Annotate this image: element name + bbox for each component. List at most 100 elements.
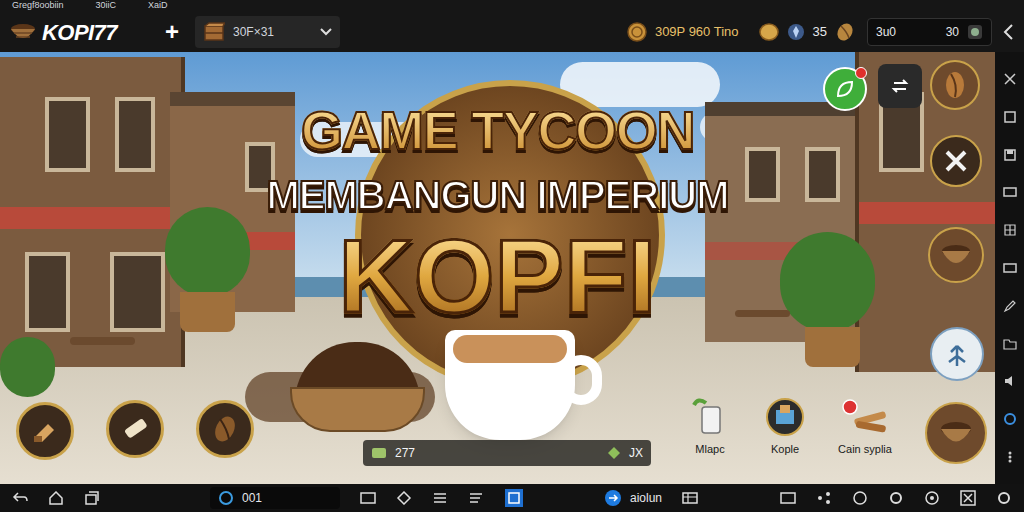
grid-icon[interactable] bbox=[1003, 223, 1017, 237]
branch-arrow-icon bbox=[943, 340, 971, 368]
bean-button[interactable] bbox=[930, 60, 980, 110]
crate-icon bbox=[763, 397, 807, 437]
screen-icon[interactable] bbox=[1003, 185, 1017, 199]
target-icon bbox=[967, 24, 983, 40]
camera-icon[interactable] bbox=[924, 490, 940, 506]
leaf-icon bbox=[834, 78, 856, 100]
shop-item[interactable]: Kople bbox=[750, 397, 820, 458]
coffee-basket-icon bbox=[8, 21, 38, 43]
plant-pot bbox=[805, 327, 860, 367]
nav-app[interactable]: aiolun bbox=[604, 489, 662, 507]
nav-field[interactable]: 001 bbox=[210, 487, 340, 509]
shop-item[interactable]: Cain syplia bbox=[820, 397, 910, 458]
nav-bar: 001 aiolun bbox=[0, 484, 1024, 512]
volume-icon[interactable] bbox=[1003, 374, 1017, 388]
bean-button[interactable] bbox=[196, 400, 254, 458]
plant bbox=[780, 232, 875, 332]
home-icon[interactable] bbox=[48, 491, 64, 505]
plant bbox=[0, 337, 55, 397]
location-icon[interactable] bbox=[1003, 412, 1017, 426]
field-value: 30 bbox=[946, 23, 959, 41]
share-icon[interactable] bbox=[816, 491, 832, 505]
basket-button[interactable] bbox=[928, 227, 984, 283]
gamepad-icon[interactable] bbox=[396, 491, 412, 505]
status-bar: Gregf8oobiin 30iiC XaiD bbox=[0, 0, 1024, 12]
plant-pot bbox=[180, 292, 235, 332]
field-label: 3u0 bbox=[876, 23, 896, 41]
back-icon[interactable] bbox=[12, 491, 28, 505]
title-line: GAME TYCOON bbox=[301, 100, 694, 160]
edit-icon[interactable] bbox=[1003, 299, 1017, 313]
status-text: 30iiC bbox=[96, 0, 117, 11]
shop-item-label: Cain syplia bbox=[838, 441, 892, 458]
value-field[interactable]: 3u0 30 bbox=[867, 18, 992, 46]
grinder-icon bbox=[688, 397, 732, 437]
leaf-button[interactable] bbox=[823, 67, 867, 111]
more-icon[interactable] bbox=[1003, 450, 1017, 464]
folder-icon[interactable] bbox=[1003, 337, 1017, 351]
game-scene[interactable]: GAME TYCOON MEMBANGUN IMPERIUM KOPFI 277 bbox=[0, 52, 995, 484]
list-icon[interactable] bbox=[432, 491, 448, 505]
title-line: MEMBANGUN IMPERIUM bbox=[267, 172, 729, 218]
record-icon[interactable] bbox=[888, 490, 904, 506]
expand-icon[interactable] bbox=[1003, 72, 1017, 86]
coffee-bean-icon bbox=[941, 69, 969, 101]
add-button[interactable]: + bbox=[165, 20, 179, 44]
coin-icon bbox=[627, 22, 647, 42]
scroll-icon bbox=[120, 414, 150, 444]
upgrade-button[interactable] bbox=[930, 327, 984, 381]
screenshot-icon[interactable] bbox=[360, 491, 376, 505]
basket-icon bbox=[939, 241, 973, 269]
app-window: Gregf8oobiin 30iiC XaiD KOPI77 + 30F×31 bbox=[0, 0, 1024, 512]
counter-bar: 277 JX bbox=[363, 440, 651, 466]
notification-dot bbox=[855, 67, 867, 79]
resource-text: 30F×31 bbox=[233, 23, 274, 41]
settings-icon[interactable] bbox=[996, 490, 1012, 506]
close-icon[interactable] bbox=[960, 490, 976, 506]
copy-icon[interactable] bbox=[1003, 110, 1017, 124]
table bbox=[70, 337, 135, 345]
nav-app-label: aiolun bbox=[630, 489, 662, 507]
swap-icon bbox=[889, 75, 911, 97]
scroll-button[interactable] bbox=[106, 400, 164, 458]
table bbox=[735, 310, 790, 317]
gems-text: 35 bbox=[813, 22, 827, 42]
coffee-bean-icon bbox=[211, 414, 239, 444]
swap-button[interactable] bbox=[878, 64, 922, 108]
coins-text: 309P 960 Tino bbox=[655, 22, 739, 42]
gem-icon bbox=[787, 23, 805, 41]
save-icon[interactable] bbox=[1003, 148, 1017, 162]
status-text: Gregf8oobiin bbox=[12, 0, 64, 11]
tools-icon bbox=[942, 147, 970, 175]
top-bar: Gregf8oobiin 30iiC XaiD KOPI77 + 30F×31 bbox=[0, 0, 1024, 52]
hand-tool-icon bbox=[30, 416, 60, 446]
clock-icon[interactable] bbox=[852, 490, 868, 506]
keyboard-icon[interactable] bbox=[1003, 261, 1017, 275]
basket bbox=[290, 387, 425, 432]
back-arrow-icon[interactable] bbox=[1002, 24, 1014, 40]
counter-left: 277 bbox=[395, 444, 415, 462]
left-building bbox=[0, 57, 185, 367]
side-toolbar bbox=[995, 52, 1024, 484]
nav-field-text: 001 bbox=[242, 489, 262, 507]
money-icon bbox=[371, 446, 387, 460]
resource-dropdown[interactable]: 30F×31 bbox=[195, 16, 340, 48]
counter-right: JX bbox=[629, 444, 643, 462]
coffee-bean-icon bbox=[835, 22, 855, 42]
build-button[interactable] bbox=[16, 402, 74, 460]
logo-text: KOPI77 bbox=[42, 16, 117, 49]
window-icon[interactable] bbox=[504, 488, 524, 508]
media-icon[interactable] bbox=[780, 491, 796, 505]
recent-apps-icon[interactable] bbox=[84, 491, 100, 505]
basket-button[interactable] bbox=[925, 402, 987, 464]
title: GAME TYCOON MEMBANGUN IMPERIUM KOPFI bbox=[0, 100, 995, 332]
table-icon[interactable] bbox=[682, 491, 698, 505]
diamond-icon bbox=[607, 446, 621, 460]
title-line: KOPFI bbox=[339, 220, 657, 332]
notes-icon[interactable] bbox=[468, 491, 484, 505]
shop-item[interactable]: Mlapc bbox=[675, 397, 745, 458]
basket-icon bbox=[937, 418, 975, 448]
status-text: XaiD bbox=[148, 0, 168, 11]
logo[interactable]: KOPI77 bbox=[0, 16, 117, 49]
tools-button[interactable] bbox=[930, 135, 982, 187]
